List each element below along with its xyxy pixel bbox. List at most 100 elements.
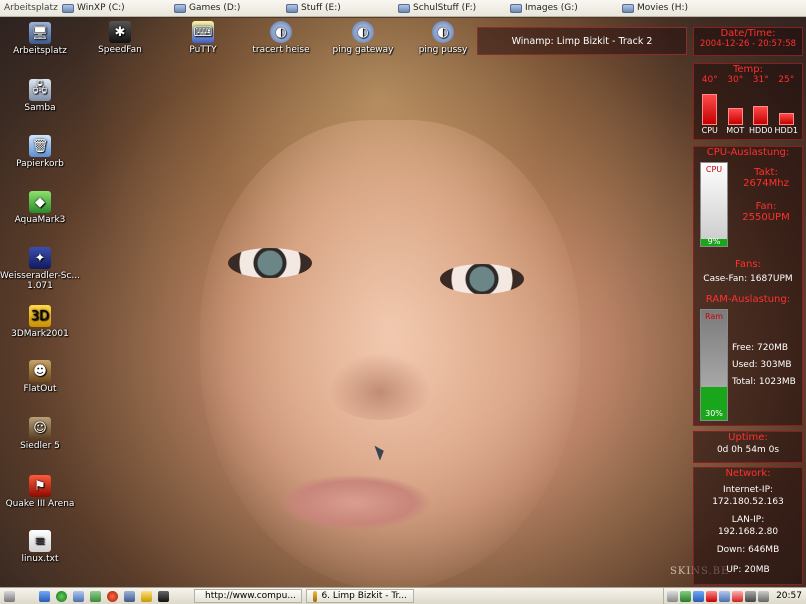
tray-app-icon[interactable] <box>745 590 757 602</box>
aquamark-icon: ◆ <box>29 191 51 213</box>
uptime-title: Uptime: <box>728 432 768 443</box>
desktop-icon-ping-gateway[interactable]: ◐ ping gateway <box>328 21 398 55</box>
drive-icon <box>398 3 410 13</box>
quicklaunch-app-icon[interactable] <box>141 590 152 602</box>
desktop-icon-tracert-heise[interactable]: ◐ tracert heise <box>246 21 316 55</box>
volume-icon[interactable] <box>758 590 770 602</box>
speedfan-icon: ✱ <box>109 21 131 43</box>
temp-sensor-cpu: 40° CPU <box>701 75 718 135</box>
drive-icon <box>510 3 522 13</box>
datetime-title: Date/Time: <box>720 28 776 39</box>
system-tray: 20:57 <box>663 587 806 604</box>
network-up: UP: 20MB <box>726 565 770 575</box>
quicklaunch-app-icon[interactable] <box>56 590 67 602</box>
drive-c[interactable]: WinXP (C:) <box>62 3 125 13</box>
network-panel: Network: Internet-IP: 172.180.52.163 LAN… <box>693 467 803 585</box>
wallpaper-right-eye <box>440 264 524 294</box>
wallpaper-left-eye <box>228 248 312 278</box>
text-file-icon: ≡ <box>29 530 51 552</box>
ram-usage-bar: Ram 30% <box>700 309 728 421</box>
temp-bar <box>778 113 794 125</box>
mouse-cursor <box>374 443 387 461</box>
taskbar-button-browser[interactable]: http://www.compu... <box>194 589 302 603</box>
drive-icon <box>286 3 298 13</box>
datetime-value: 2004-12-26 - 20:57:58 <box>699 39 797 49</box>
globe-shortcut-icon: ◐ <box>432 21 454 43</box>
network-title: Network: <box>725 468 771 479</box>
drive-f[interactable]: SchulStuff (F:) <box>398 3 476 13</box>
quicklaunch-app-icon[interactable] <box>73 590 84 602</box>
tray-app-icon[interactable] <box>693 590 705 602</box>
desktop-icon-siedler5[interactable]: ☺ Siedler 5 <box>5 417 75 451</box>
tray-app-icon[interactable] <box>706 590 718 602</box>
globe-shortcut-icon: ◐ <box>270 21 292 43</box>
wallpaper-lips <box>280 475 430 530</box>
winamp-now-playing: Winamp: Limp Bizkit - Track 2 <box>477 27 687 55</box>
drive-d[interactable]: Games (D:) <box>174 3 240 13</box>
cpu-info: Takt: 2674Mhz Fan: 2550UPM <box>742 167 790 223</box>
lightning-icon[interactable] <box>158 590 169 602</box>
uptime-value: 0d 0h 54m 0s <box>716 445 780 455</box>
datetime-panel: Date/Time: 2004-12-26 - 20:57:58 <box>693 27 803 56</box>
temp-title: Temp: <box>732 64 764 75</box>
temp-bar <box>727 108 743 125</box>
taskbar-clock[interactable]: 20:57 <box>776 591 802 601</box>
flatout-icon: ☻ <box>29 360 51 382</box>
wallpaper-nose <box>325 350 435 420</box>
tray-arrow-icon[interactable] <box>667 590 679 602</box>
desktop-icon-3dmark2001[interactable]: 3D 3DMark2001 <box>5 305 75 339</box>
desktop-icon-weisseradler[interactable]: ✦ Weisseradler-Sc... 1.071 <box>0 247 80 291</box>
cpu-title: CPU-Auslastung: <box>706 147 790 158</box>
globe-shortcut-icon: ◐ <box>352 21 374 43</box>
internet-ip-value: 172.180.52.163 <box>712 497 784 507</box>
ram-info: Free: 720MB Used: 303MB Total: 1023MB <box>732 343 796 387</box>
network-down: Down: 646MB <box>716 545 780 555</box>
temp-sensor-mot: 30° MOT <box>726 75 745 135</box>
quicklaunch-app-icon[interactable] <box>107 590 118 602</box>
lan-ip-value: 192.168.2.80 <box>717 527 779 537</box>
desktop-icon-putty[interactable]: ⌨ PuTTY <box>168 21 238 55</box>
desktop-icon-linux-txt[interactable]: ≡ linux.txt <box>5 530 75 564</box>
recycle-bin-icon: 🗑 <box>29 135 51 157</box>
winamp-icon <box>313 590 318 602</box>
desktop-icon-flatout[interactable]: ☻ FlatOut <box>5 360 75 394</box>
cpu-usage-bar: CPU 9% <box>700 162 728 247</box>
computer-icon: 🖥 <box>29 22 51 44</box>
drive-h[interactable]: Movies (H:) <box>622 3 688 13</box>
temp-sensors: 40° CPU 30° MOT 31° HDD0 25° HDD1 <box>694 75 802 135</box>
tray-app-icon[interactable] <box>719 590 731 602</box>
taskbar-button-winamp[interactable]: 6. Limp Bizkit - Tr... <box>306 589 414 603</box>
temp-sensor-hdd0: 31° HDD0 <box>749 75 773 135</box>
temp-bar <box>753 106 769 125</box>
temp-bar <box>702 94 718 125</box>
desktop-icon-samba[interactable]: 🖧 Samba <box>5 79 75 113</box>
taskbar: http://www.compu... 6. Limp Bizkit - Tr.… <box>0 587 806 604</box>
drive-toolbar: Arbeitsplatz WinXP (C:) Games (D:) Stuff… <box>0 0 806 17</box>
siedler-icon: ☺ <box>29 417 51 439</box>
quake-icon: ⚑ <box>29 475 51 497</box>
desktop-icon-speedfan[interactable]: ✱ SpeedFan <box>85 21 155 55</box>
temp-panel: Temp: 40° CPU 30° MOT 31° HDD0 25° HDD1 <box>693 63 803 140</box>
quicklaunch-app-icon[interactable] <box>124 590 135 602</box>
desktop-icon-arbeitsplatz[interactable]: 🖥 Arbeitsplatz <box>5 22 75 56</box>
eagle-icon: ✦ <box>29 247 51 269</box>
desktop-icon-ping-pussy[interactable]: ◐ ping pussy <box>408 21 478 55</box>
tray-app-icon[interactable] <box>732 590 744 602</box>
3dmark-icon: 3D <box>29 305 51 327</box>
uptime-panel: Uptime: 0d 0h 54m 0s <box>693 431 803 463</box>
fans-section: Fans: Case-Fan: 1687UPM <box>703 259 793 284</box>
show-desktop-icon[interactable] <box>39 590 50 602</box>
desktop-icon-papierkorb[interactable]: 🗑 Papierkorb <box>5 135 75 169</box>
toolbar-arbeitsplatz[interactable]: Arbeitsplatz <box>0 3 60 13</box>
drive-icon <box>62 3 74 13</box>
apple-start-icon[interactable] <box>4 590 15 602</box>
tray-app-icon[interactable] <box>680 590 692 602</box>
drive-icon <box>622 3 634 13</box>
desktop-icon-aquamark3[interactable]: ◆ AquaMark3 <box>5 191 75 225</box>
desktop-icon-quake3[interactable]: ⚑ Quake III Arena <box>5 475 75 509</box>
drive-icon <box>174 3 186 13</box>
cpu-ram-panel: CPU-Auslastung: CPU 9% Takt: 2674Mhz Fan… <box>693 146 803 426</box>
quicklaunch-app-icon[interactable] <box>90 590 101 602</box>
drive-e[interactable]: Stuff (E:) <box>286 3 341 13</box>
drive-g[interactable]: Images (G:) <box>510 3 578 13</box>
